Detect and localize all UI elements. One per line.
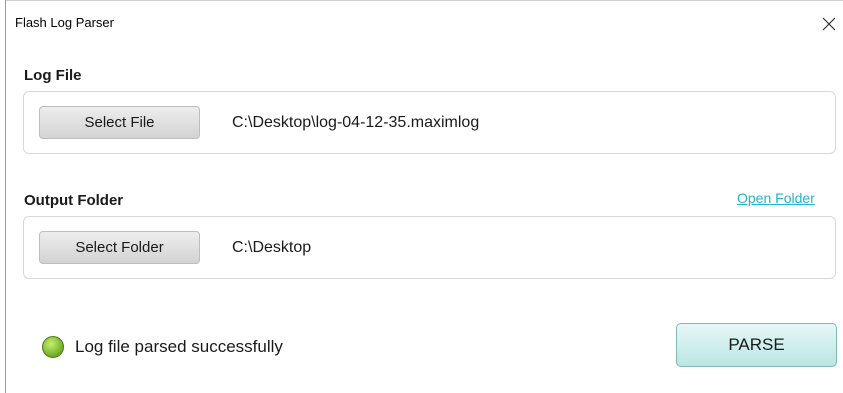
flash-log-parser-window: Flash Log Parser Log File Select File C:… bbox=[0, 0, 843, 393]
status-led-icon bbox=[42, 336, 64, 358]
select-file-button[interactable]: Select File bbox=[39, 106, 200, 139]
window-top-border bbox=[5, 0, 843, 1]
log-file-panel: Select File C:\Desktop\log-04-12-35.maxi… bbox=[23, 91, 836, 154]
log-file-path: C:\Desktop\log-04-12-35.maximlog bbox=[232, 114, 480, 131]
output-folder-panel: Select Folder C:\Desktop bbox=[23, 216, 836, 279]
open-folder-link[interactable]: Open Folder bbox=[737, 190, 815, 206]
window-left-border bbox=[5, 0, 6, 393]
status-message: Log file parsed successfully bbox=[75, 337, 283, 356]
output-folder-label: Output Folder bbox=[24, 192, 124, 209]
select-folder-button[interactable]: Select Folder bbox=[39, 231, 200, 264]
parse-button[interactable]: PARSE bbox=[676, 323, 837, 367]
window-title: Flash Log Parser bbox=[15, 15, 114, 30]
log-file-label: Log File bbox=[24, 67, 82, 84]
output-folder-path: C:\Desktop bbox=[232, 239, 312, 256]
close-icon[interactable] bbox=[818, 13, 840, 35]
